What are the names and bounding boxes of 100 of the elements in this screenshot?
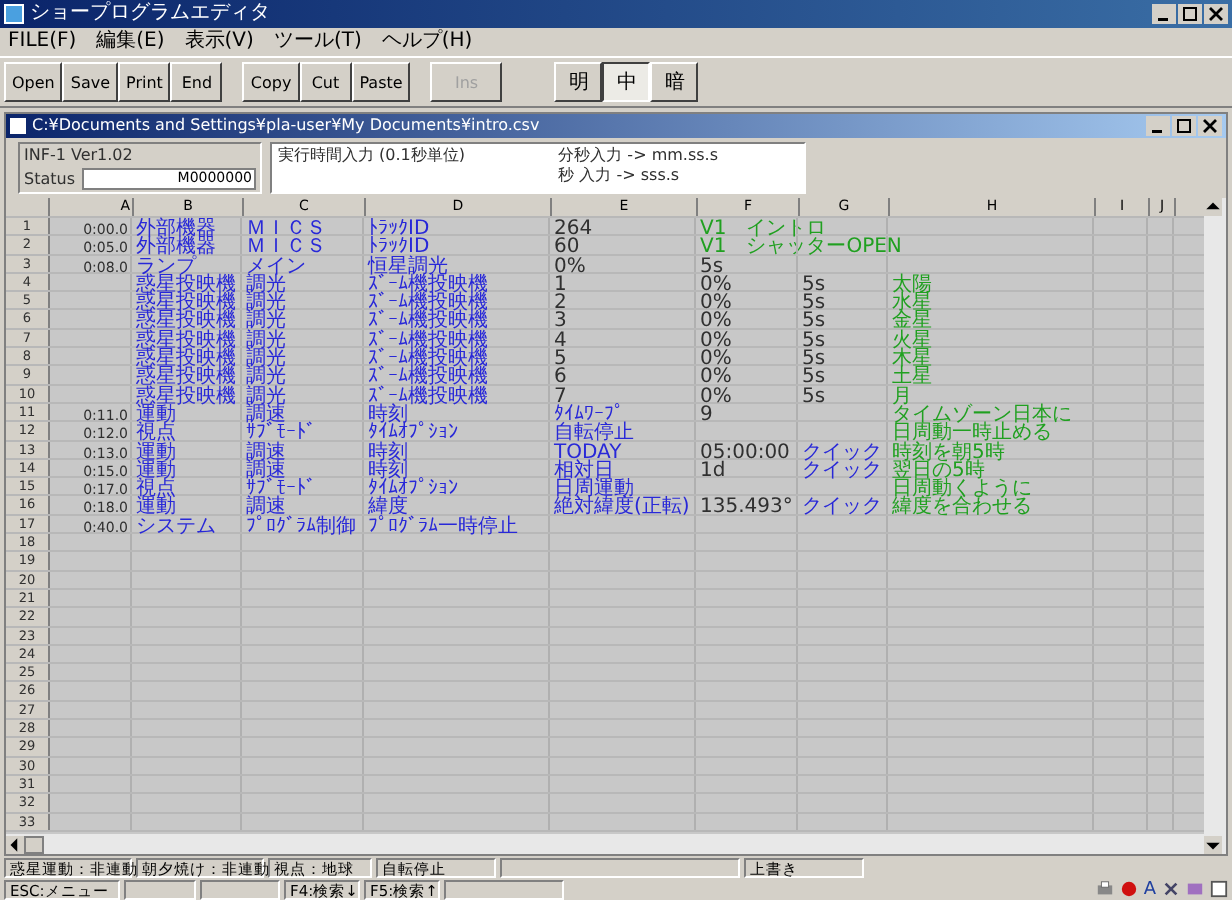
table-cell: ｽﾞｰﾑ機投映機 xyxy=(368,314,488,332)
status-panel xyxy=(124,879,196,899)
time-input-label: 実行時間入力 (0.1秒単位) xyxy=(278,146,466,168)
table-cell: 0% xyxy=(700,314,732,332)
table-cell: 外部機器 xyxy=(136,222,216,239)
table-cell: 調光 xyxy=(246,314,286,332)
table-cell: 時刻 xyxy=(368,463,408,481)
table-cell: 日周動一時止める xyxy=(892,426,1052,444)
menu-item[interactable]: ツール(T) xyxy=(273,30,362,54)
table-cell: 自転停止 xyxy=(554,426,634,444)
horizontal-scrollbar[interactable] xyxy=(6,834,1204,854)
toolbar-button[interactable]: Open xyxy=(4,62,63,102)
table-cell: 月 xyxy=(892,389,912,406)
table-cell: 時刻を朝5時 xyxy=(892,445,1005,462)
table-cell: TODAY xyxy=(554,445,622,462)
table-cell: ｽﾞｰﾑ機投映機 xyxy=(368,333,488,351)
menu-item[interactable]: 表示(V) xyxy=(184,30,254,54)
printer-icon[interactable] xyxy=(1095,880,1114,898)
table-cell: 0% xyxy=(700,277,732,295)
table-cell: 調速 xyxy=(246,445,286,462)
hint-text: 秒 入力 -> sss.s xyxy=(558,166,682,186)
table-cell: 2 xyxy=(554,296,567,313)
table-cell: ｽﾞｰﾑ機投映機 xyxy=(368,352,488,369)
toolbar-button[interactable]: Print xyxy=(118,62,171,102)
table-cell: 調光 xyxy=(246,333,286,351)
menu-item[interactable]: 編集(E) xyxy=(96,30,165,54)
table-cell: クイック xyxy=(802,500,882,518)
table-cell: ﾀｲﾑﾜｰﾌﾟ xyxy=(554,407,624,425)
table-cell: 惑星投映機 xyxy=(136,296,236,313)
table-cell: 相対日 xyxy=(554,463,614,481)
table-cell: 調速 xyxy=(246,500,286,518)
scroll-left-icon[interactable] xyxy=(6,835,24,853)
toolbar-button[interactable]: Copy xyxy=(242,62,300,102)
status-panel xyxy=(200,879,280,899)
table-cell: 調速 xyxy=(246,463,286,481)
table-cell: 5s xyxy=(802,370,826,388)
close-icon[interactable] xyxy=(1204,4,1228,24)
table-cell: 3 xyxy=(554,314,567,332)
table-cell: 視点 xyxy=(136,426,176,444)
table-cell: 惑星投映機 xyxy=(136,389,236,406)
table-cell: 運動 xyxy=(136,500,176,518)
table-cell: クイック xyxy=(802,445,882,462)
document-title: C:¥Documents and Settings¥pla-user¥My Documents¥intro.csv xyxy=(32,116,542,136)
mode-button[interactable]: 中 xyxy=(602,62,651,102)
table-cell: 火星 xyxy=(892,333,932,351)
table-cell: 時刻 xyxy=(368,445,408,462)
mode-button[interactable]: 明 xyxy=(554,62,603,102)
hint-text: 分秒入力 -> mm.ss.s xyxy=(558,146,718,166)
maximize-icon[interactable] xyxy=(1172,116,1196,136)
table-cell: クイック xyxy=(802,463,882,481)
window-title: ショープログラムエディタ xyxy=(30,2,272,26)
table-cell: 運動 xyxy=(136,407,176,425)
maximize-icon[interactable] xyxy=(1178,4,1202,24)
table-cell: ランプ xyxy=(136,259,196,276)
menu-item[interactable]: FILE(F) xyxy=(8,30,77,54)
table-cell: 7 xyxy=(554,389,567,406)
table-cell: 5s xyxy=(802,277,826,295)
table-cell: 翌日の5時 xyxy=(892,463,985,481)
status-label: Status xyxy=(24,169,75,189)
table-cell: 264 xyxy=(554,222,593,239)
close-icon[interactable] xyxy=(1198,116,1222,136)
table-cell: 5s xyxy=(802,352,826,369)
table-cell: 金星 xyxy=(892,314,932,332)
table-cell: 5s xyxy=(802,314,826,332)
ime-indicator[interactable]: A xyxy=(1143,879,1156,899)
table-cell: 05:00:00 xyxy=(700,445,790,462)
table-cell: ﾄﾗｯｸID xyxy=(368,240,430,258)
table-cell: 調光 xyxy=(246,389,286,406)
table-cell: 木星 xyxy=(892,352,932,369)
table-cell: 60 xyxy=(554,240,580,258)
table-cell: システム xyxy=(136,519,216,537)
table-cell: 惑星投映機 xyxy=(136,277,236,295)
table-cell: メイン xyxy=(246,259,306,276)
table-cell: 5s xyxy=(802,296,826,313)
window-icon[interactable] xyxy=(1210,880,1228,898)
vertical-scrollbar[interactable] xyxy=(1204,198,1226,854)
app-icon xyxy=(4,4,24,24)
scroll-down-icon[interactable] xyxy=(1204,836,1222,854)
table-cell: ﾌﾟﾛｸﾞﾗﾑ制御 xyxy=(246,519,356,537)
table-cell: ﾄﾗｯｸID xyxy=(368,222,430,239)
toolbar-button[interactable]: Save xyxy=(62,62,119,102)
table-cell: ｽﾞｰﾑ機投映機 xyxy=(368,277,488,295)
mode-button[interactable]: 暗 xyxy=(650,62,699,102)
menu-item[interactable]: ヘルプ(H) xyxy=(381,30,473,54)
table-cell: 0% xyxy=(700,333,732,351)
table-cell: 5s xyxy=(802,389,826,406)
minimize-icon[interactable] xyxy=(1152,4,1176,24)
table-cell: 1 xyxy=(554,277,567,295)
toolbar-button[interactable]: End xyxy=(170,62,223,102)
table-cell: 絶対緯度(正転) xyxy=(554,500,690,518)
ball-icon[interactable] xyxy=(1119,880,1138,898)
minimize-icon[interactable] xyxy=(1146,116,1170,136)
toolbar-button[interactable]: Cut xyxy=(299,62,352,102)
table-cell: 日周動くように xyxy=(892,482,1032,499)
table-cell: 6 xyxy=(554,370,567,388)
table-cell: 0% xyxy=(554,259,586,276)
scroll-thumb[interactable] xyxy=(24,835,44,853)
table-cell: 緯度 xyxy=(368,500,408,518)
table-cell: 緯度を合わせる xyxy=(892,500,1032,518)
toolbar-button[interactable]: Paste xyxy=(351,62,411,102)
